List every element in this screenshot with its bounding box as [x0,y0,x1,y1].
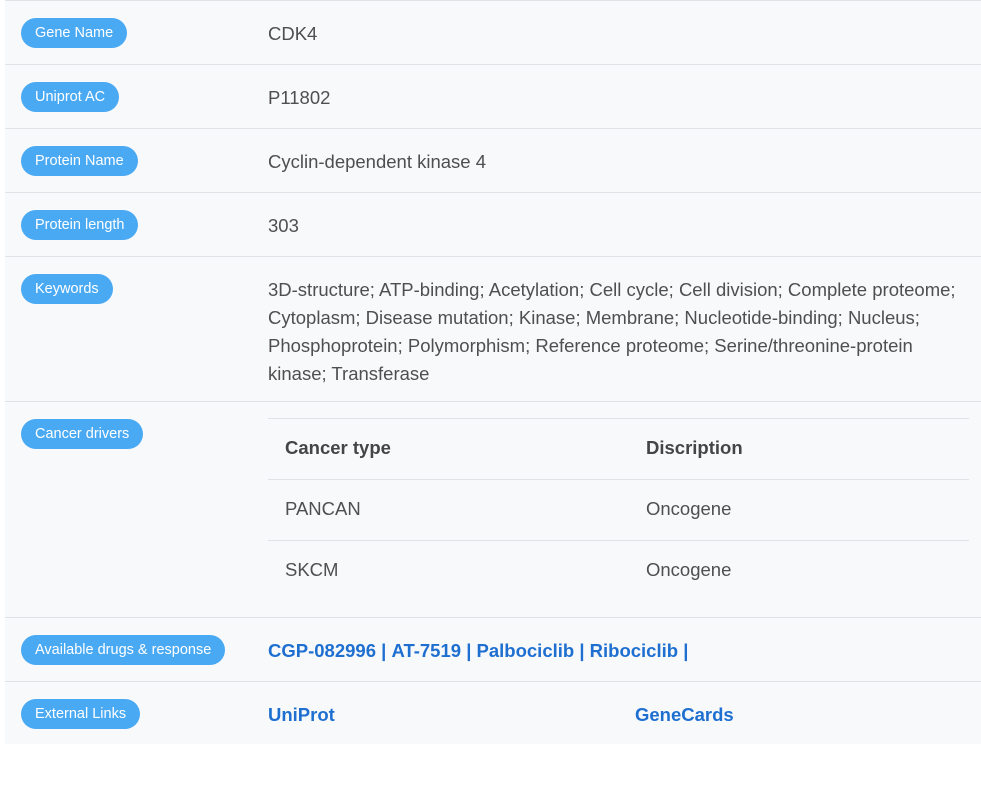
separator: | [683,640,689,661]
row-gene-name: Gene Name CDK4 [5,0,981,64]
external-link-genecards-wrap: GeneCards [635,701,734,729]
uniprot-ac-badge: Uniprot AC [21,82,120,112]
separator: | [579,640,585,661]
row-uniprot-ac: Uniprot AC P11802 [5,64,981,128]
gene-name-value: CDK4 [268,23,318,44]
external-link-uniprot-wrap: UniProt [268,701,335,729]
protein-length-value: 303 [268,215,299,236]
gene-name-badge: Gene Name [21,18,128,48]
uniprot-ac-value: P11802 [268,87,331,108]
row-protein-length: Protein length 303 [5,192,981,256]
drug-link-palbociclib[interactable]: Palbociclib [477,640,575,661]
protein-name-badge: Protein Name [21,146,138,176]
protein-name-value: Cyclin-dependent kinase 4 [268,151,487,172]
header-cancer-type: Cancer type [285,437,391,458]
drug-links: CGP-082996 | AT-7519 | Palbociclib | Rib… [268,637,688,665]
description-cell: Oncogene [646,559,732,580]
row-external-links: External Links UniProt GeneCards [5,681,981,744]
table-row: SKCM Oncogene [268,541,969,601]
cancer-type-cell: PANCAN [285,498,361,519]
keywords-value: 3D-structure; ATP-binding; Acetylation; … [268,279,956,384]
description-cell: Oncogene [646,498,732,519]
separator: | [381,640,387,661]
table-row: PANCAN Oncogene [268,480,969,541]
available-drugs-badge: Available drugs & response [21,635,226,665]
drug-link-ribociclib[interactable]: Ribociclib [590,640,678,661]
genecards-link[interactable]: GeneCards [635,704,734,725]
row-protein-name: Protein Name Cyclin-dependent kinase 4 [5,128,981,192]
gene-info-table: Gene Name CDK4 Uniprot AC P11802 Protein… [5,0,981,744]
protein-length-badge: Protein length [21,210,139,240]
row-cancer-drivers: Cancer drivers Cancer type Discription P… [5,401,981,617]
cancer-type-cell: SKCM [285,559,339,580]
external-links-badge: External Links [21,699,141,729]
row-available-drugs: Available drugs & response CGP-082996 | … [5,617,981,681]
drug-link-at-7519[interactable]: AT-7519 [391,640,461,661]
keywords-badge: Keywords [21,274,113,304]
cancer-drivers-badge: Cancer drivers [21,419,144,449]
header-description: Discription [646,437,743,458]
drug-link-cgp-082996[interactable]: CGP-082996 [268,640,376,661]
separator: | [466,640,472,661]
cancer-drivers-header-row: Cancer type Discription [268,419,969,480]
uniprot-link[interactable]: UniProt [268,704,335,725]
row-keywords: Keywords 3D-structure; ATP-binding; Acet… [5,256,981,401]
cancer-drivers-table: Cancer type Discription PANCAN Oncogene … [268,418,969,601]
